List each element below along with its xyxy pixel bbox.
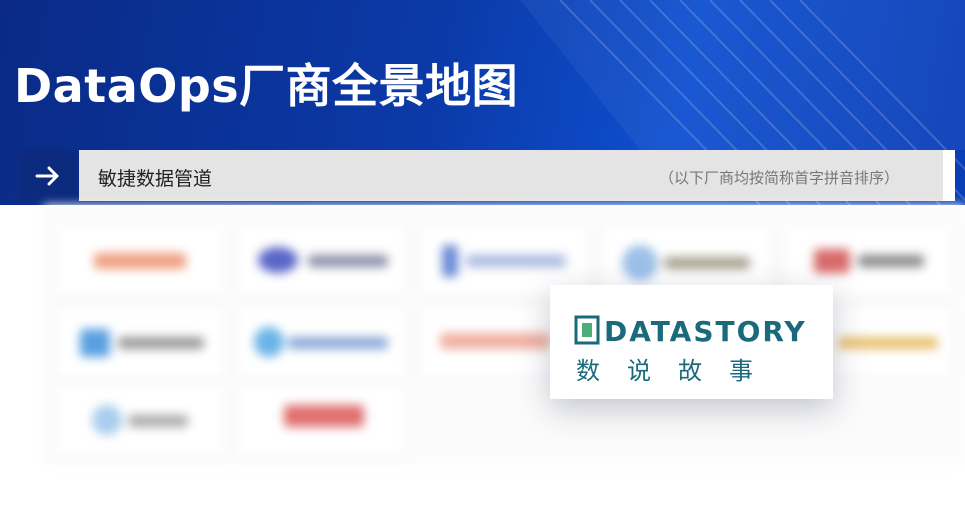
vendor-logo bbox=[238, 225, 406, 295]
arrow-right-icon bbox=[18, 150, 77, 201]
section-bar: 敏捷数据管道 （以下厂商均按简称首字拼音排序） bbox=[18, 150, 955, 201]
vendor-logo-text-cn: 数说故事 bbox=[576, 357, 780, 385]
page-title: DataOps厂商全景地图 bbox=[14, 59, 519, 113]
section-title: 敏捷数据管道 bbox=[98, 168, 213, 190]
vendor-logo bbox=[238, 385, 406, 455]
sort-note: （以下厂商均按简称首字拼音排序） bbox=[658, 169, 899, 187]
vendor-logo bbox=[238, 307, 406, 377]
vendor-logo bbox=[56, 225, 224, 295]
featured-vendor-card[interactable]: DATASTORY 数说故事 bbox=[550, 285, 833, 399]
vendor-logo bbox=[56, 385, 224, 455]
vendor-logo-text-en: DATASTORY bbox=[604, 315, 807, 348]
vendor-logo bbox=[56, 307, 224, 377]
datastory-mark-icon bbox=[574, 315, 600, 345]
section-bar-body: 敏捷数据管道 （以下厂商均按简称首字拼音排序） bbox=[79, 150, 943, 201]
